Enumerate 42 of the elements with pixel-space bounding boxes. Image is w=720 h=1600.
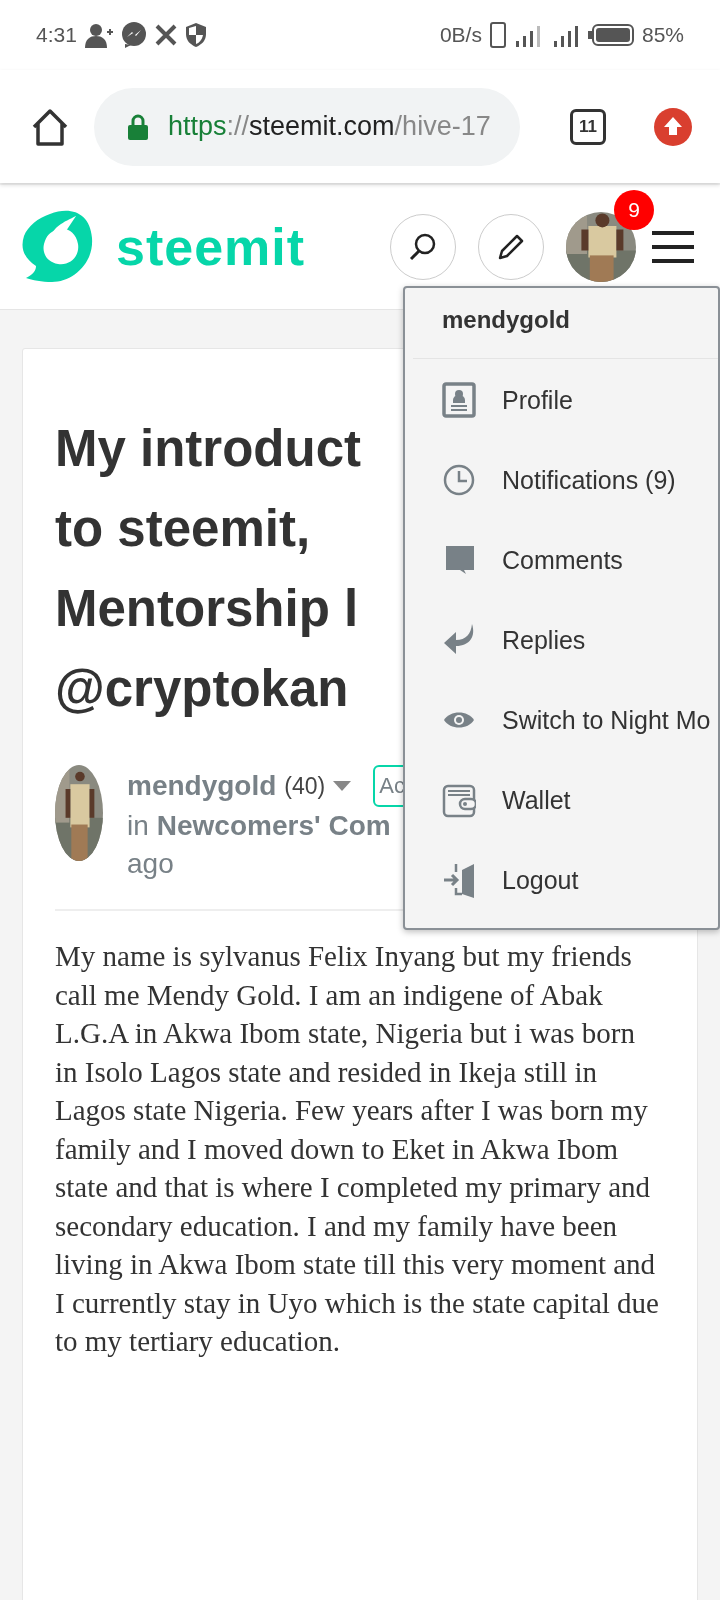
clock-icon [442, 462, 476, 498]
wallet-icon [442, 782, 476, 818]
battery-level: 85% [641, 23, 684, 47]
tab-count-button[interactable]: 11 [570, 108, 606, 145]
author-name[interactable]: mendygold [127, 767, 277, 805]
post-time: ago [127, 847, 175, 881]
community-link[interactable]: Newcomers' Com [156, 807, 391, 845]
menu-item[interactable]: Profile [405, 360, 718, 440]
lock-icon [128, 113, 148, 140]
battery-icon [587, 24, 634, 46]
post-title: Mentorship l [55, 579, 359, 639]
signal-icon [551, 23, 580, 47]
network-speed: 0B/s [439, 23, 482, 47]
post-body: My name is sylvanus Felix Inyang but my friends call me Mendy Gold. I am an indigene of Abak L.G.A in Akwa Ibom state, Nigeria but i was born in Isolo Lagos state and resided in Ikeja still in Lagos state Nigeria. Few years after I was born my family and I moved down to Eket in Akwa Ibom state and that is where I completed my primary and secondary education. I and my family have been living in Akwa Ibom state till this very moment and I currently stay in Uyo which is the state capital due to my tertiary education. [55, 939, 660, 1359]
pencil-icon [497, 233, 525, 261]
menu-icon[interactable] [652, 230, 694, 264]
clock: 4:31 [36, 23, 77, 47]
menu-username: mendygold [413, 288, 718, 359]
menu-item[interactable]: Replies [405, 600, 718, 680]
post-title: to steemit, [55, 499, 311, 559]
door-arrow-icon [442, 862, 476, 898]
home-icon[interactable] [30, 106, 70, 147]
profile-card-icon [442, 382, 476, 418]
contact-add-icon [84, 22, 113, 48]
chat-bubble-icon [120, 22, 147, 48]
address-bar[interactable]: https://steemit.com/hive-17 [94, 87, 520, 166]
post-title: My introduct [55, 419, 361, 479]
shield-icon [184, 22, 207, 48]
post-title: @cryptokan [55, 659, 349, 719]
menu-item[interactable]: Comments [405, 520, 718, 600]
search-icon [409, 233, 437, 261]
phone-icon [489, 22, 506, 48]
menu-item[interactable]: Notifications (9) [405, 440, 718, 520]
menu-item[interactable]: Switch to Night Mo [405, 680, 718, 760]
upload-icon[interactable] [654, 107, 692, 146]
x-icon [154, 24, 177, 46]
community-prefix: in [127, 809, 149, 843]
reputation-score: (40) [284, 772, 326, 801]
menu-item[interactable]: Logout [405, 840, 718, 920]
notification-badge: 9 [614, 190, 654, 230]
caret-icon[interactable] [333, 781, 352, 791]
url-text: https://steemit.com/hive-17 [168, 111, 491, 142]
